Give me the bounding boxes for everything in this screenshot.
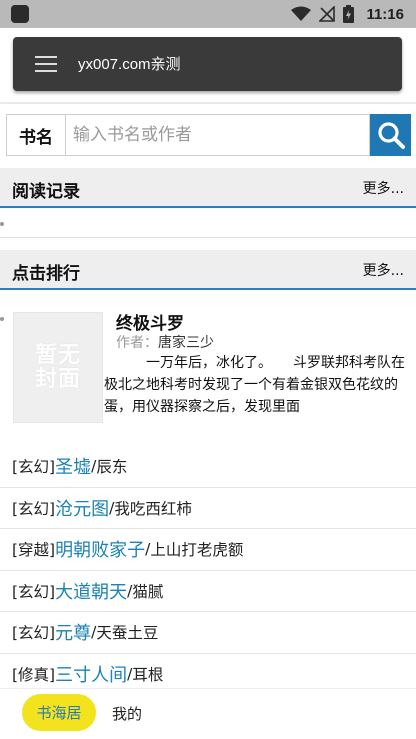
genre-tag: [玄幻] — [12, 582, 56, 601]
reading-history-title: 阅读记录 — [12, 182, 80, 202]
search-input[interactable] — [66, 114, 370, 156]
wifi-icon — [291, 6, 312, 21]
genre-tag: [穿越] — [12, 541, 56, 560]
genre-tag: [玄幻] — [12, 458, 56, 477]
search-type-label[interactable]: 书名 — [6, 114, 66, 156]
hamburger-menu-icon[interactable] — [35, 56, 57, 72]
ranking-list: [玄幻] 圣墟 / 辰东 [玄幻] 沧元图 / 我吃西红柿 [穿越] 明朝败家子 / 上山打老虎额… — [0, 446, 416, 695]
book-link[interactable]: 沧元图 — [55, 495, 109, 521]
list-item: [玄幻] 沧元图 / 我吃西红柿 — [0, 488, 416, 529]
ranking-title: 点击排行 — [12, 264, 80, 284]
featured-book-author: 作者：唐家三少 — [116, 332, 214, 352]
genre-tag: [玄幻] — [12, 624, 56, 643]
reading-history-list — [0, 210, 416, 238]
list-item: [玄幻] 大道朝天 / 猫腻 — [0, 571, 416, 612]
divider — [0, 102, 416, 104]
reading-history-more-link[interactable]: 更多... — [363, 178, 404, 198]
search-button[interactable] — [370, 114, 411, 156]
author-label: 作者： — [116, 335, 158, 351]
app-notification-icon — [11, 5, 29, 23]
list-bullet — [0, 317, 4, 321]
app-bar: yx007.com亲测 — [13, 37, 402, 91]
genre-tag: [玄幻] — [12, 499, 56, 518]
bottom-nav: 书海居 我的 — [0, 688, 416, 739]
featured-book-description: 一万年后，冰化了。 斗罗联邦科考队在极北之地科考时发现了一个有着金银双色花纹的蛋… — [104, 355, 405, 415]
ranking-header: 点击排行 更多... — [0, 250, 416, 290]
search-bar: 书名 — [6, 114, 411, 156]
book-link[interactable]: 三寸人间 — [55, 661, 127, 687]
cover-placeholder-text: 暂无封面 — [34, 342, 81, 392]
book-link[interactable]: 圣墟 — [55, 453, 91, 479]
clock: 11:16 — [366, 5, 404, 23]
author-name: 猫腻 — [132, 582, 164, 601]
author-name: 上山打老虎额 — [150, 541, 244, 560]
author-name: 我吃西红柿 — [114, 499, 192, 518]
author-name: 耳根 — [132, 665, 164, 684]
no-signal-icon — [319, 6, 336, 22]
book-link[interactable]: 大道朝天 — [55, 578, 127, 604]
status-bar: 11:16 — [0, 0, 416, 28]
tab-home[interactable]: 书海居 — [22, 694, 96, 731]
tab-mine[interactable]: 我的 — [112, 703, 142, 724]
reading-history-header: 阅读记录 更多... — [0, 168, 416, 208]
search-icon — [377, 122, 405, 149]
app-title: yx007.com亲测 — [78, 56, 181, 73]
author-name: 辰东 — [96, 458, 128, 477]
list-item: [穿越] 明朝败家子 / 上山打老虎额 — [0, 529, 416, 571]
author-name: 天蚕土豆 — [96, 624, 159, 643]
author-name: 唐家三少 — [158, 335, 214, 351]
list-item: [玄幻] 元尊 / 天蚕土豆 — [0, 612, 416, 654]
ranking-more-link[interactable]: 更多... — [363, 260, 404, 280]
book-link[interactable]: 明朝败家子 — [55, 536, 145, 562]
status-icons: 11:16 — [291, 0, 404, 28]
book-link[interactable]: 元尊 — [55, 619, 91, 645]
list-bullet — [0, 222, 4, 226]
battery-charging-icon — [343, 5, 355, 23]
featured-book-title[interactable]: 终极斗罗 — [116, 309, 184, 334]
genre-tag: [修真] — [12, 665, 56, 684]
list-item: [玄幻] 圣墟 / 辰东 — [0, 446, 416, 488]
book-cover[interactable]: 暂无封面 — [13, 312, 103, 423]
